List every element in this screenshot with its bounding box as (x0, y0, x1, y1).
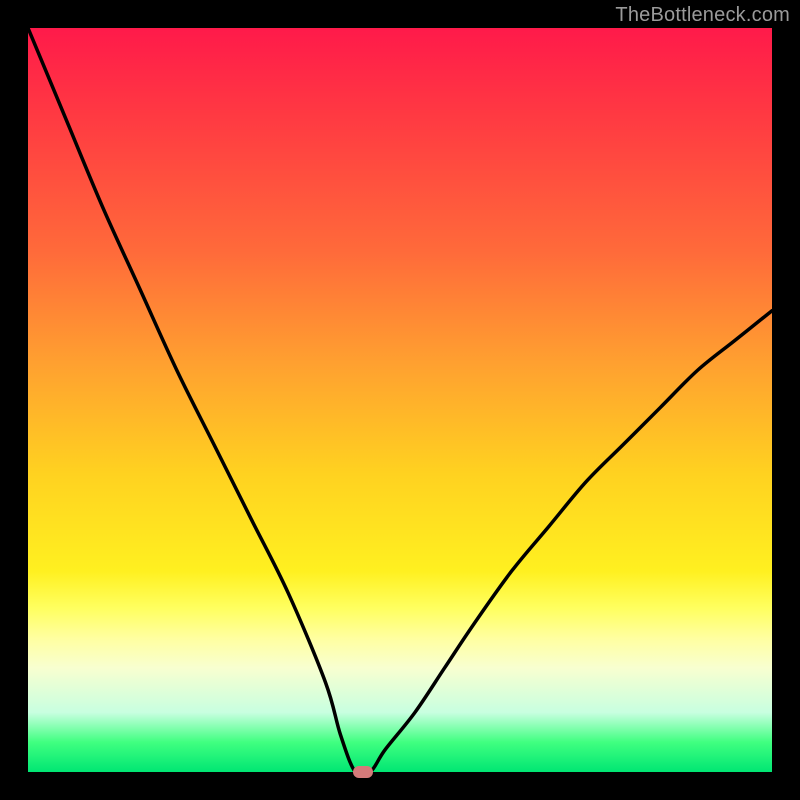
minimum-marker (353, 766, 373, 778)
chart-plot-area (28, 28, 772, 772)
watermark-text: TheBottleneck.com (615, 4, 790, 27)
bottleneck-curve (28, 28, 772, 772)
